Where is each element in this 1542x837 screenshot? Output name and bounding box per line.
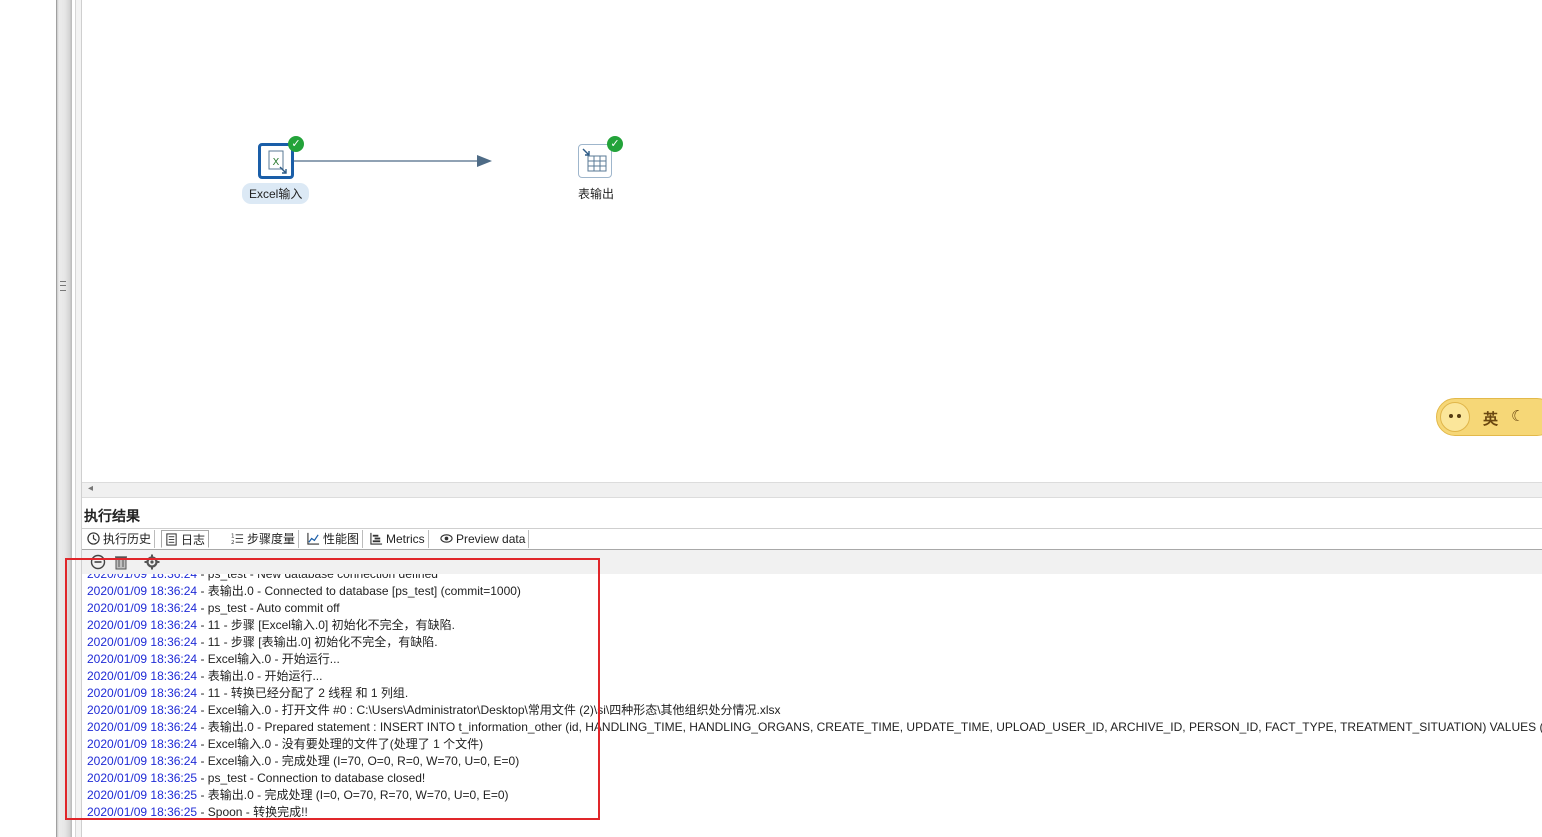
log-timestamp: 2020/01/09 18:36:24 xyxy=(87,720,198,734)
log-toolbar xyxy=(82,550,1542,574)
stop-icon[interactable] xyxy=(90,554,106,570)
log-line: 2020/01/09 18:36:24 - 11 - 步骤 [Excel输入.0… xyxy=(87,617,1542,634)
log-message: - Excel输入.0 - 开始运行... xyxy=(197,652,340,666)
tab-execution-history[interactable]: 执行历史 xyxy=(84,530,156,548)
log-lines: 2020/01/09 18:36:24 - ps_test - New data… xyxy=(87,574,1542,821)
log-line: 2020/01/09 18:36:25 - 表输出.0 - 完成处理 (I=0,… xyxy=(87,787,1542,804)
log-timestamp: 2020/01/09 18:36:24 xyxy=(87,686,198,700)
status-ok-icon: ✓ xyxy=(607,136,623,152)
log-message: - 表输出.0 - Prepared statement : INSERT IN… xyxy=(197,720,1542,734)
step-label[interactable]: Excel输入 xyxy=(242,183,310,204)
log-timestamp: 2020/01/09 18:36:24 xyxy=(87,574,198,581)
svg-text:2: 2 xyxy=(231,540,235,545)
settings-icon[interactable] xyxy=(144,554,160,570)
tab-log[interactable]: 日志 xyxy=(161,530,210,548)
tab-label: Metrics xyxy=(386,532,425,546)
log-timestamp: 2020/01/09 18:36:24 xyxy=(87,737,198,751)
sash-grip-icon[interactable] xyxy=(60,281,66,291)
log-message: - 表输出.0 - 完成处理 (I=0, O=70, R=70, W=70, U… xyxy=(197,788,509,802)
step-label[interactable]: 表输出 xyxy=(578,185,614,202)
tab-label: Preview data xyxy=(456,532,526,546)
log-timestamp: 2020/01/09 18:36:24 xyxy=(87,703,198,717)
svg-text:1: 1 xyxy=(231,534,235,540)
moon-icon[interactable]: ☾ xyxy=(1511,407,1524,425)
left-panel xyxy=(0,0,56,837)
results-tabs xyxy=(82,528,1542,550)
log-message: - 11 - 转换已经分配了 2 线程 和 1 列组. xyxy=(197,686,409,700)
log-timestamp: 2020/01/09 18:36:24 xyxy=(87,652,198,666)
log-line: 2020/01/09 18:36:24 - 11 - 步骤 [表输出.0] 初始… xyxy=(87,634,1542,651)
log-line: 2020/01/09 18:36:24 - 表输出.0 - Connected … xyxy=(87,583,1542,600)
log-message: - 11 - 步骤 [表输出.0] 初始化不完全，有缺陷. xyxy=(197,635,438,649)
table-output-icon[interactable] xyxy=(578,144,612,178)
log-line: 2020/01/09 18:36:24 - Excel输入.0 - 开始运行..… xyxy=(87,651,1542,668)
tab-performance-chart[interactable]: 性能图 xyxy=(304,530,364,548)
canvas-horizontal-scrollbar[interactable]: ◂ xyxy=(82,482,1542,498)
scroll-left-arrow-icon[interactable]: ◂ xyxy=(88,483,93,494)
tab-preview-data[interactable]: Preview data xyxy=(437,530,530,548)
log-timestamp: 2020/01/09 18:36:25 xyxy=(87,805,198,819)
ime-toolbar[interactable]: 英 ☾ xyxy=(1436,398,1542,436)
ime-logo-icon[interactable] xyxy=(1440,402,1470,432)
log-line: 2020/01/09 18:36:24 - ps_test - Auto com… xyxy=(87,600,1542,617)
tab-metrics[interactable]: Metrics xyxy=(367,530,429,548)
divider xyxy=(71,0,72,837)
log-message: - ps_test - Auto commit off xyxy=(197,601,340,615)
log-line: 2020/01/09 18:36:24 - Excel输入.0 - 完成处理 (… xyxy=(87,753,1542,770)
log-line: 2020/01/09 18:36:24 - 表输出.0 - Prepared s… xyxy=(87,719,1542,736)
log-timestamp: 2020/01/09 18:36:24 xyxy=(87,618,198,632)
history-icon xyxy=(87,532,100,545)
panel-sash[interactable] xyxy=(56,0,71,837)
tab-label: 性能图 xyxy=(323,532,360,546)
log-line: 2020/01/09 18:36:24 - Excel输入.0 - 没有要处理的… xyxy=(87,736,1542,753)
log-message: - Excel输入.0 - 打开文件 #0 : C:\Users\Adminis… xyxy=(197,703,781,717)
log-message: - 11 - 步骤 [Excel输入.0] 初始化不完全，有缺陷. xyxy=(197,618,455,632)
log-message: - Spoon - 转换完成!! xyxy=(197,805,308,819)
log-line: 2020/01/09 18:36:24 - ps_test - New data… xyxy=(87,574,1542,583)
status-ok-icon: ✓ xyxy=(288,136,304,152)
tab-label: 执行历史 xyxy=(103,532,152,546)
log-timestamp: 2020/01/09 18:36:25 xyxy=(87,771,198,785)
log-line: 2020/01/09 18:36:25 - ps_test - Connecti… xyxy=(87,770,1542,787)
log-message: - ps_test - Connection to database close… xyxy=(197,771,426,785)
performance-chart-icon xyxy=(307,532,320,545)
log-icon xyxy=(166,533,177,546)
log-message: - Excel输入.0 - 没有要处理的文件了(处理了 1 个文件) xyxy=(197,737,484,751)
log-timestamp: 2020/01/09 18:36:24 xyxy=(87,635,198,649)
results-panel-title: 执行结果 xyxy=(84,508,140,524)
log-line: 2020/01/09 18:36:24 - Excel输入.0 - 打开文件 #… xyxy=(87,702,1542,719)
divider xyxy=(75,0,82,837)
log-message: - ps_test - New database connection defi… xyxy=(197,574,438,581)
svg-text:X: X xyxy=(273,157,280,168)
log-line: 2020/01/09 18:36:25 - Spoon - 转换完成!! xyxy=(87,804,1542,821)
log-text-area[interactable]: 2020/01/09 18:36:24 - ps_test - New data… xyxy=(82,574,1542,837)
tab-label: 步骤度量 xyxy=(247,532,296,546)
log-timestamp: 2020/01/09 18:36:25 xyxy=(87,788,198,802)
log-timestamp: 2020/01/09 18:36:24 xyxy=(87,584,198,598)
ime-language-toggle[interactable]: 英 xyxy=(1483,408,1498,429)
log-message: - Excel输入.0 - 完成处理 (I=70, O=0, R=0, W=70… xyxy=(197,754,520,768)
log-line: 2020/01/09 18:36:24 - 11 - 转换已经分配了 2 线程 … xyxy=(87,685,1542,702)
log-message: - 表输出.0 - 开始运行... xyxy=(197,669,323,683)
tab-step-metrics[interactable]: 1 2 步骤度量 xyxy=(228,530,300,548)
log-line: 2020/01/09 18:36:24 - 表输出.0 - 开始运行... xyxy=(87,668,1542,685)
metrics-icon xyxy=(370,532,383,545)
log-timestamp: 2020/01/09 18:36:24 xyxy=(87,669,198,683)
step-excel-input[interactable]: X ✓ Excel输入 xyxy=(242,136,338,211)
clear-log-icon[interactable] xyxy=(113,554,129,570)
log-timestamp: 2020/01/09 18:36:24 xyxy=(87,601,198,615)
log-timestamp: 2020/01/09 18:36:24 xyxy=(87,754,198,768)
eye-icon xyxy=(440,534,453,543)
tab-label: 日志 xyxy=(181,533,206,547)
log-message: - 表输出.0 - Connected to database [ps_test… xyxy=(197,584,521,598)
step-table-output[interactable]: ✓ 表输出 xyxy=(578,136,658,211)
transformation-canvas[interactable]: X ✓ Excel输入 ✓ 表输出 xyxy=(82,0,1542,482)
step-metrics-icon: 12 xyxy=(231,534,244,545)
